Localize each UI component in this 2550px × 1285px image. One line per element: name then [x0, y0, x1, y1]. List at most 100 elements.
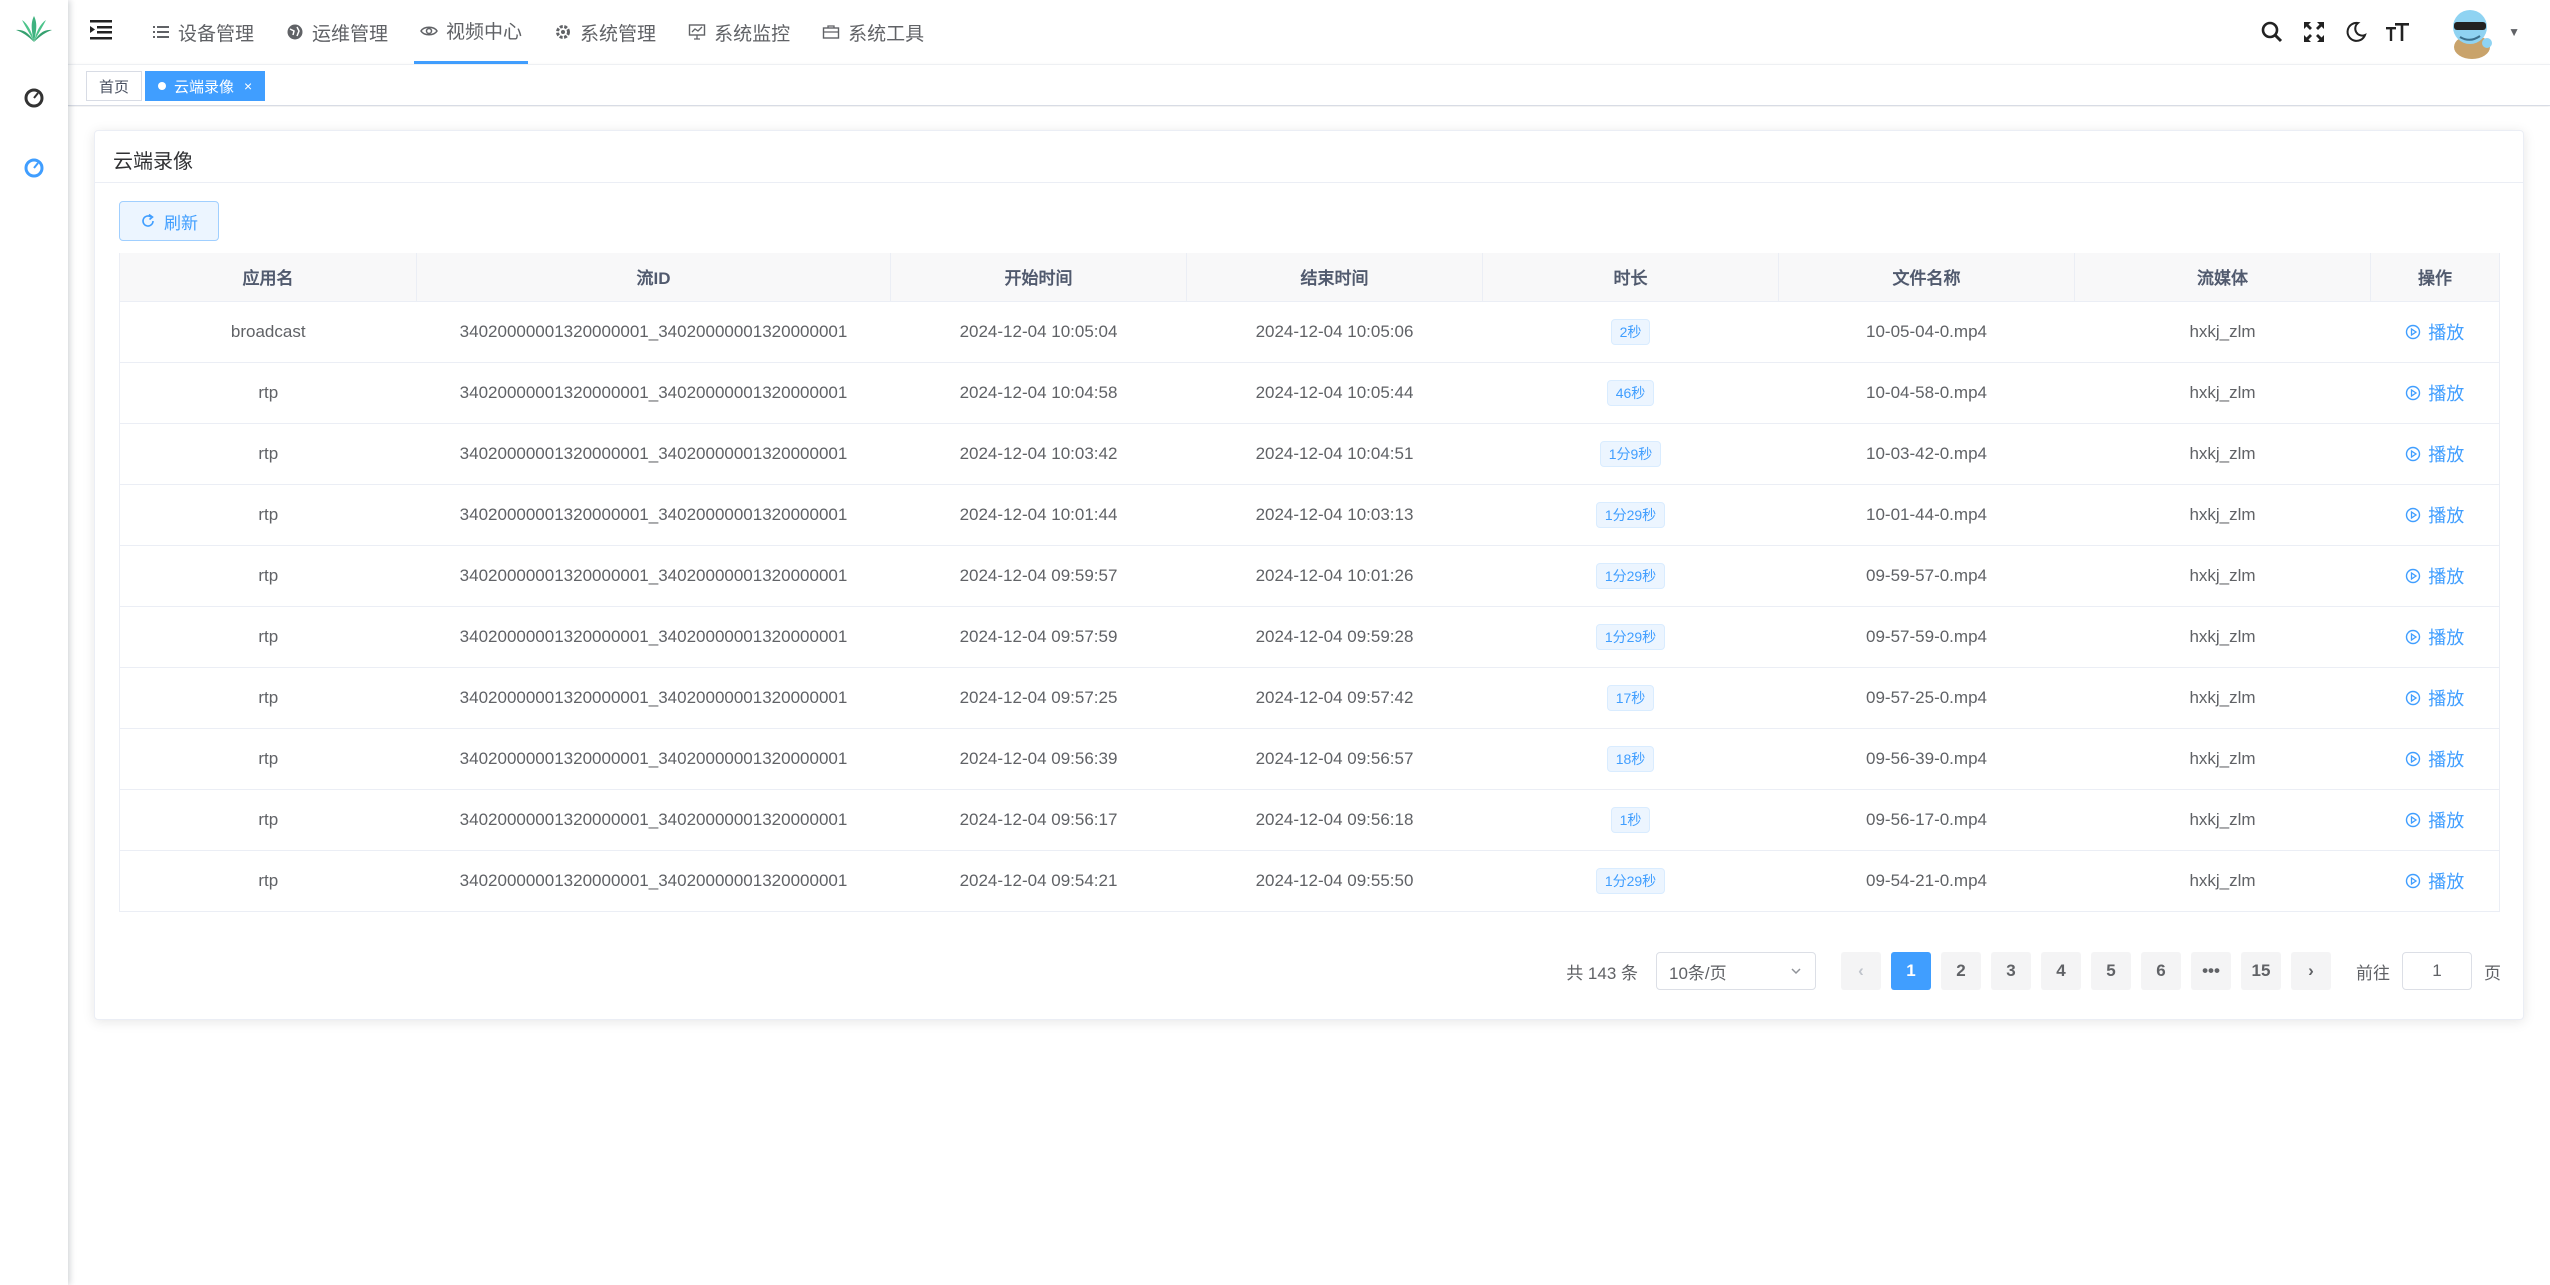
play-icon [2406, 629, 2421, 644]
menu-ops-management[interactable]: 运维管理 [280, 0, 394, 64]
play-button[interactable]: 播放 [2405, 685, 2464, 711]
table-row: rtp 34020000001320000001_3402000000132000… [119, 728, 2500, 790]
media-server-cell: hxkj_zlm [2074, 850, 2371, 912]
play-label: 播放 [2428, 322, 2465, 343]
page-button[interactable]: 1 [1891, 952, 1931, 990]
media-server-cell: hxkj_zlm [2074, 789, 2371, 851]
duration-cell: 1分9秒 [1482, 423, 1779, 485]
avatar[interactable] [2442, 3, 2500, 61]
page-button[interactable]: 5 [2091, 952, 2131, 990]
play-button[interactable]: 播放 [2405, 807, 2464, 833]
monitor-icon [688, 24, 706, 40]
search-icon[interactable] [2258, 18, 2286, 46]
menu-system-tools[interactable]: 系统工具 [816, 0, 930, 64]
play-button[interactable]: 播放 [2405, 868, 2464, 894]
avatar-image [2453, 10, 2493, 59]
total-count: 共 143 条 [1566, 963, 1638, 983]
play-label: 播放 [2428, 627, 2465, 648]
tag-cloud-record[interactable]: 云端录像 × [145, 71, 266, 101]
play-button[interactable]: 播放 [2405, 746, 2464, 772]
sidebar-dashboard-icon[interactable] [23, 86, 45, 108]
col-end-time[interactable]: 结束时间 [1186, 253, 1483, 302]
play-icon [2406, 385, 2421, 400]
hamburger-icon[interactable] [88, 18, 114, 40]
play-button[interactable]: 播放 [2405, 380, 2464, 406]
more-pages-button[interactable]: ••• [2191, 952, 2231, 990]
duration-tag: 17秒 [1606, 684, 1655, 711]
app-cell: rtp [119, 789, 417, 851]
actions-cell: 播放 [2370, 667, 2500, 729]
file-name-cell: 10-05-04-0.mp4 [1778, 301, 2075, 363]
play-icon [2406, 324, 2421, 339]
goto-page-input[interactable] [2402, 952, 2472, 990]
end-time-cell: 2024-12-04 10:01:26 [1186, 545, 1483, 607]
logo-icon [16, 16, 52, 42]
menu-label: 设备管理 [178, 23, 255, 45]
stream-id-cell: 34020000001320000001_3402000000132000000… [416, 362, 891, 424]
chevron-down-icon[interactable]: ▼ [2508, 25, 2520, 39]
end-time-cell: 2024-12-04 10:04:51 [1186, 423, 1483, 485]
close-icon[interactable]: × [244, 78, 252, 94]
end-time-cell: 2024-12-04 10:05:06 [1186, 301, 1483, 363]
menu-system-monitor[interactable]: 系统监控 [682, 0, 796, 64]
col-file-name[interactable]: 文件名称 [1778, 253, 2075, 302]
dark-mode-icon[interactable] [2342, 18, 2370, 46]
actions-cell: 播放 [2370, 606, 2500, 668]
page-button[interactable]: 4 [2041, 952, 2081, 990]
col-stream-id[interactable]: 流ID [416, 253, 891, 302]
gear-icon [556, 25, 571, 39]
table-row: rtp 34020000001320000001_3402000000132000… [119, 850, 2500, 912]
col-media-server[interactable]: 流媒体 [2074, 253, 2371, 302]
file-name-cell: 10-03-42-0.mp4 [1778, 423, 2075, 485]
play-button[interactable]: 播放 [2405, 624, 2464, 650]
page-button[interactable]: 2 [1941, 952, 1981, 990]
next-page-button[interactable]: › [2291, 952, 2331, 990]
table-row: rtp 34020000001320000001_3402000000132000… [119, 362, 2500, 424]
menu-device-management[interactable]: 设备管理 [146, 0, 260, 64]
tags-view: 首页 云端录像 × [68, 64, 2550, 106]
tag-home[interactable]: 首页 [86, 71, 143, 101]
file-name-cell: 09-56-17-0.mp4 [1778, 789, 2075, 851]
page-jumper: 前往 页 [2356, 952, 2501, 990]
play-label: 播放 [2428, 749, 2465, 770]
fullscreen-icon[interactable] [2300, 18, 2328, 46]
col-actions[interactable]: 操作 [2370, 253, 2500, 302]
start-time-cell: 2024-12-04 10:01:44 [890, 484, 1187, 546]
page-size-select[interactable]: 10条/页 [1656, 952, 1816, 990]
media-server-cell: hxkj_zlm [2074, 362, 2371, 424]
media-server-cell: hxkj_zlm [2074, 545, 2371, 607]
refresh-button[interactable]: 刷新 [119, 201, 219, 241]
sidebar-video-icon[interactable] [23, 156, 45, 178]
play-icon [2406, 446, 2421, 461]
play-button[interactable]: 播放 [2405, 319, 2464, 345]
play-label: 播放 [2428, 871, 2465, 892]
menu-system-management[interactable]: 系统管理 [548, 0, 662, 64]
duration-tag: 1分9秒 [1599, 440, 1662, 467]
toolbox-icon [822, 25, 840, 39]
table-header-row: 应用名 流ID 开始时间 结束时间 时长 文件名称 流媒体 操作 [119, 253, 2500, 302]
page-button[interactable]: 15 [2241, 952, 2281, 990]
duration-tag: 1分29秒 [1595, 501, 1666, 528]
play-button[interactable]: 播放 [2405, 441, 2464, 467]
goto-prefix: 前往 [2356, 963, 2390, 983]
table-row: rtp 34020000001320000001_3402000000132000… [119, 606, 2500, 668]
page-button[interactable]: 3 [1991, 952, 2031, 990]
col-app[interactable]: 应用名 [119, 253, 417, 302]
play-button[interactable]: 播放 [2405, 563, 2464, 589]
play-button[interactable]: 播放 [2405, 502, 2464, 528]
col-duration[interactable]: 时长 [1482, 253, 1779, 302]
menu-label: 系统监控 [714, 23, 791, 45]
app-cell: broadcast [119, 301, 417, 363]
cloud-record-card: 云端录像 刷新 应用名 流ID 开始时间 结束时间 时长 文件名称 流媒体 操作… [94, 130, 2524, 1020]
duration-tag: 46秒 [1606, 379, 1655, 406]
prev-page-button[interactable]: ‹ [1841, 952, 1881, 990]
end-time-cell: 2024-12-04 09:55:50 [1186, 850, 1483, 912]
start-time-cell: 2024-12-04 09:54:21 [890, 850, 1187, 912]
duration-tag: 2秒 [1610, 318, 1651, 345]
page-button[interactable]: 6 [2141, 952, 2181, 990]
menu-video-center[interactable]: 视频中心 [414, 0, 529, 64]
col-start-time[interactable]: 开始时间 [890, 253, 1187, 302]
actions-cell: 播放 [2370, 362, 2500, 424]
font-size-icon[interactable] [2384, 18, 2412, 46]
file-name-cell: 10-01-44-0.mp4 [1778, 484, 2075, 546]
